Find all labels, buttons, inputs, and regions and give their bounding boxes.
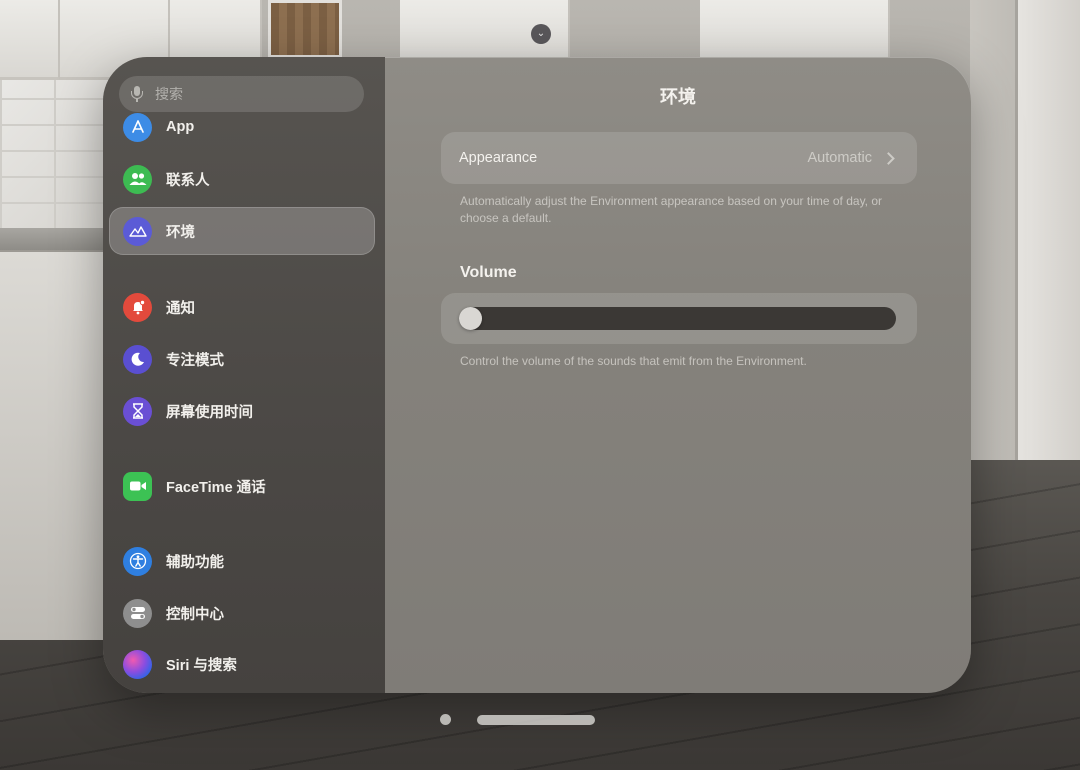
volume-footnote: Control the volume of the sounds that em…	[460, 354, 807, 368]
backsplash-tiles	[0, 80, 110, 230]
sidebar-item-contacts[interactable]: 联系人	[109, 155, 375, 203]
settings-window: App 联系人 环境 通知 专注模式	[103, 57, 971, 693]
sidebar-item-accessibility[interactable]: 辅助功能	[109, 537, 375, 585]
volume-heading: Volume	[460, 264, 517, 281]
control-center-icon	[123, 598, 152, 628]
sidebar-item-siri[interactable]: Siri 与搜索	[109, 640, 375, 688]
siri-icon	[123, 649, 152, 679]
facetime-icon	[123, 471, 152, 501]
notifications-icon	[123, 292, 152, 322]
sidebar-item-label: 控制中心	[166, 606, 224, 623]
upper-cabinet	[0, 0, 60, 80]
app-store-icon	[123, 112, 152, 142]
sidebar-item-label: Siri 与搜索	[166, 657, 237, 674]
sidebar-item-focus[interactable]: 专注模式	[109, 335, 375, 383]
environment-icon	[123, 216, 152, 246]
search-input[interactable]	[155, 86, 345, 102]
countertop	[0, 228, 110, 250]
lower-cabinet	[0, 250, 110, 640]
sidebar-item-control-center[interactable]: 控制中心	[109, 589, 375, 637]
window-grabber[interactable]	[477, 715, 595, 725]
sidebar-item-label: 辅助功能	[166, 554, 224, 571]
sidebar-item-notifications[interactable]: 通知	[109, 283, 375, 331]
appearance-label: Appearance	[459, 150, 538, 166]
sidebar-item-environment[interactable]: 环境	[109, 207, 375, 255]
content-pane: 环境 Appearance Automatic Automatically ad…	[385, 57, 971, 693]
sidebar-item-label: FaceTime 通话	[166, 479, 266, 496]
door	[1015, 0, 1080, 460]
sidebar-item-screen-time[interactable]: 屏幕使用时间	[109, 387, 375, 435]
sidebar-item-label: 屏幕使用时间	[166, 404, 253, 421]
kitchen-window	[268, 0, 342, 58]
sidebar-item-facetime[interactable]: FaceTime 通话	[109, 462, 375, 510]
chevron-right-icon	[882, 151, 895, 165]
mic-icon[interactable]	[131, 86, 143, 102]
appearance-footnote: Automatically adjust the Environment app…	[460, 194, 883, 225]
sidebar: App 联系人 环境 通知 专注模式	[103, 57, 385, 693]
volume-slider-row	[441, 293, 917, 344]
sidebar-item-label: 通知	[166, 300, 195, 317]
volume-slider-knob[interactable]	[459, 307, 482, 330]
appearance-row[interactable]: Appearance Automatic	[441, 132, 917, 184]
appearance-value: Automatic	[807, 150, 872, 166]
hourglass-icon	[123, 396, 152, 426]
sidebar-item-label: 专注模式	[166, 352, 224, 369]
sidebar-item-label: 环境	[166, 224, 195, 241]
sidebar-item-app[interactable]: App	[109, 103, 375, 151]
window-control-dot[interactable]	[440, 714, 451, 725]
sidebar-item-label: 联系人	[166, 172, 210, 189]
volume-slider[interactable]	[459, 307, 896, 330]
accessibility-icon	[123, 546, 152, 576]
focus-moon-icon	[123, 344, 152, 374]
chevron-down-icon: ⌄	[531, 24, 551, 44]
sidebar-item-label: App	[166, 119, 195, 135]
page-title: 环境	[660, 87, 696, 107]
contacts-icon	[123, 164, 152, 194]
